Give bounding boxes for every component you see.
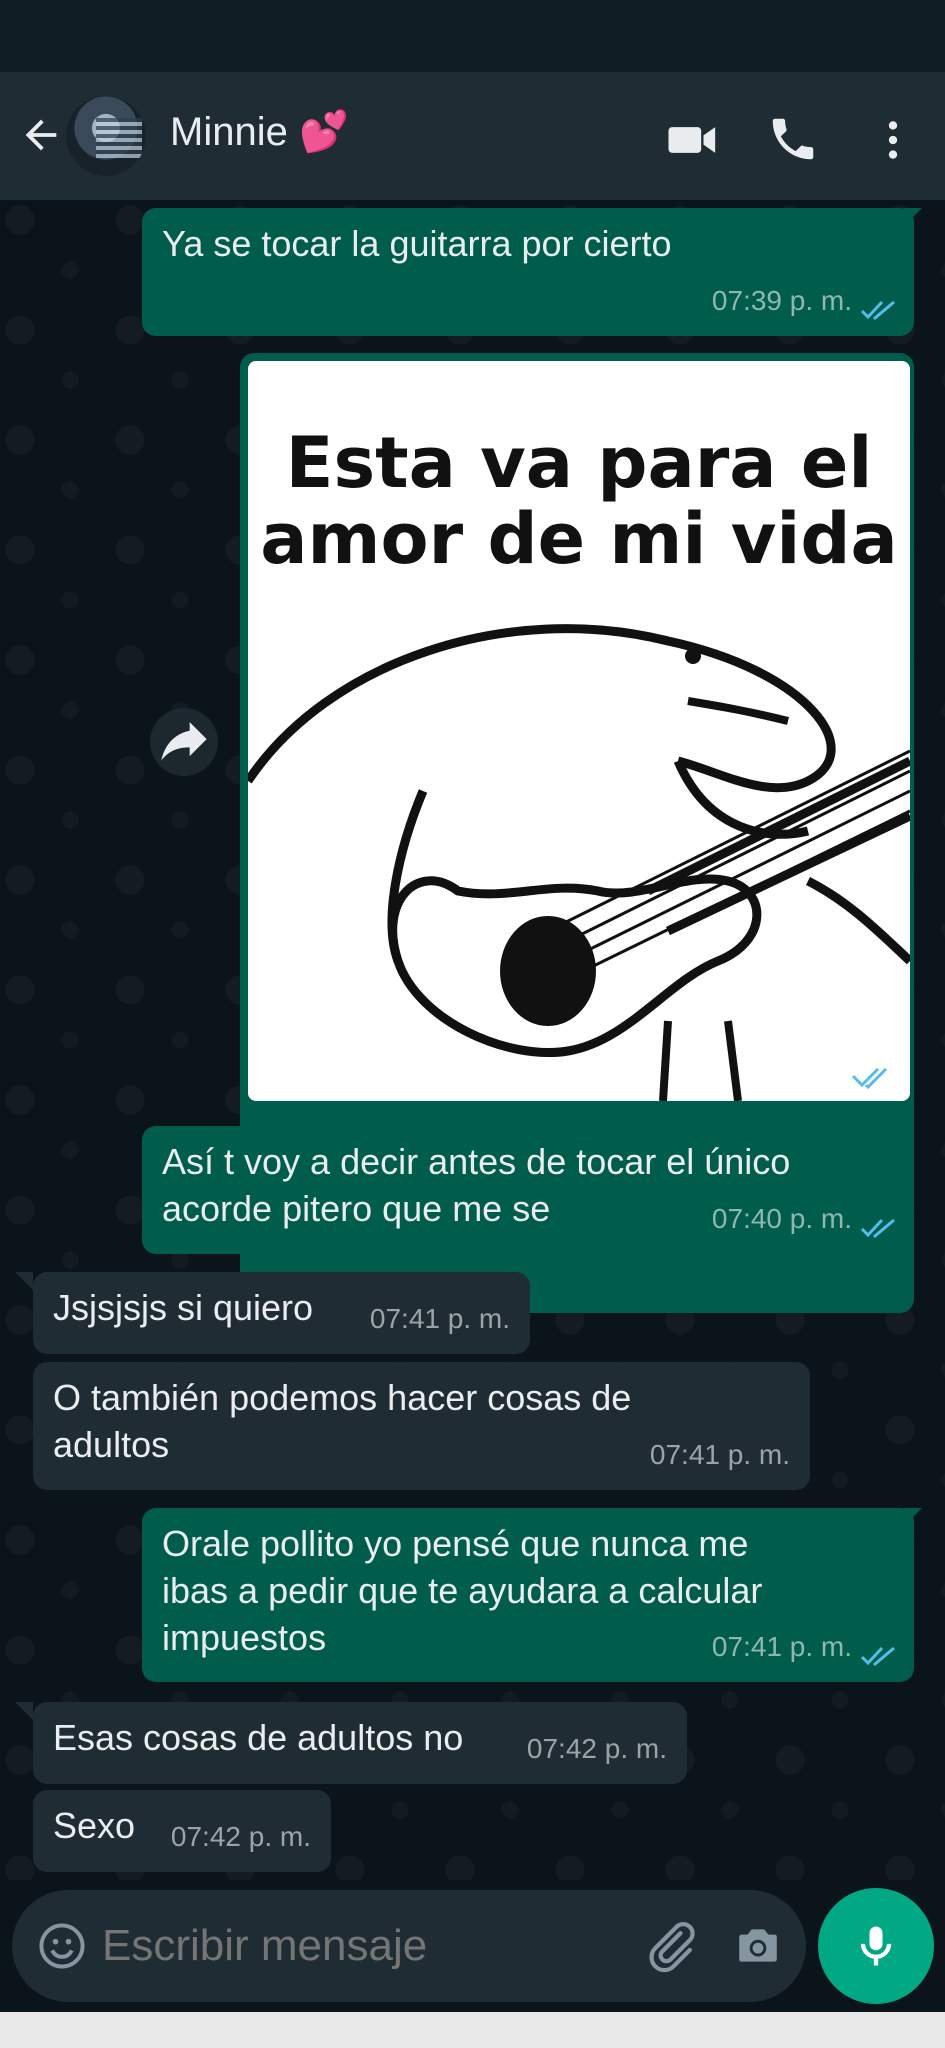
message-time: 07:39 p. m.: [711, 285, 852, 316]
chat-header: Minnie 💕: [0, 72, 945, 200]
message-text-line: Así t voy a decir antes de tocar el únic…: [162, 1141, 791, 1182]
arrow-left-icon[interactable]: [18, 112, 64, 158]
message-time: 07:41 p. m.: [649, 1439, 790, 1470]
message-text-line: Orale pollito yo pensé que nunca me: [162, 1523, 749, 1564]
avatar[interactable]: [66, 96, 146, 176]
camera-icon[interactable]: [732, 1920, 784, 1970]
message-bubble-incoming[interactable]: Esas cosas de adultos no 07:42 p. m.: [33, 1702, 687, 1784]
status-bar: [0, 0, 945, 72]
message-bubble-incoming[interactable]: Jsjsjsjs si quiero 07:41 p. m.: [33, 1272, 530, 1354]
double-check-icon: [860, 1644, 898, 1668]
bubble-tail: [904, 1508, 922, 1526]
message-time: 07:41 p. m.: [711, 1631, 852, 1662]
message-text-line: ibas a pedir que te ayudara a calcular: [162, 1570, 763, 1611]
video-camera-icon[interactable]: [664, 112, 720, 168]
emoji-icon[interactable]: [36, 1920, 88, 1972]
microphone-icon[interactable]: [818, 1888, 934, 2004]
message-text: Esas cosas de adultos no: [53, 1717, 464, 1758]
system-nav-bar: [0, 2012, 945, 2048]
bubble-tail: [15, 1272, 33, 1290]
paperclip-icon[interactable]: [642, 1918, 698, 1974]
message-time: 07:40 p. m.: [711, 1203, 852, 1234]
message-text-line: O también podemos hacer cosas de: [53, 1377, 632, 1418]
forward-icon[interactable]: [150, 708, 218, 776]
bubble-tail: [904, 208, 922, 226]
message-bubble-outgoing[interactable]: Ya se tocar la guitarra por cierto 07:39…: [142, 208, 914, 336]
message-text: Sexo: [53, 1805, 136, 1846]
bubble-tail: [15, 1702, 33, 1720]
message-time: 07:42 p. m.: [170, 1821, 311, 1852]
chat-area[interactable]: Ya se tocar la guitarra por cierto 07:39…: [0, 200, 945, 1880]
meme-image[interactable]: Esta va para el amor de mi vida: [248, 361, 910, 1101]
contact-name[interactable]: Minnie 💕: [170, 108, 349, 155]
message-input[interactable]: [102, 1918, 622, 1974]
message-bubble-incoming[interactable]: O también podemos hacer cosas de adultos…: [33, 1362, 810, 1490]
message-composer: [12, 1890, 806, 2002]
meme-caption: Esta va para el amor de mi vida: [260, 422, 898, 580]
more-vertical-icon[interactable]: [868, 112, 918, 168]
message-bubble-outgoing[interactable]: Orale pollito yo pensé que nunca me ibas…: [142, 1508, 914, 1682]
message-text: Jsjsjsjs si quiero: [53, 1287, 314, 1328]
message-time: 07:42 p. m.: [526, 1733, 667, 1764]
double-check-icon: [860, 298, 898, 322]
guitar-drawing: [248, 624, 910, 1101]
phone-icon[interactable]: [766, 112, 822, 168]
double-check-icon: [860, 1216, 898, 1240]
message-bubble-incoming[interactable]: Sexo 07:42 p. m.: [33, 1790, 331, 1872]
message-time: 07:41 p. m.: [369, 1303, 510, 1334]
message-bubble-outgoing[interactable]: Así t voy a decir antes de tocar el únic…: [142, 1126, 914, 1254]
message-text: Ya se tocar la guitarra por cierto: [162, 223, 672, 264]
